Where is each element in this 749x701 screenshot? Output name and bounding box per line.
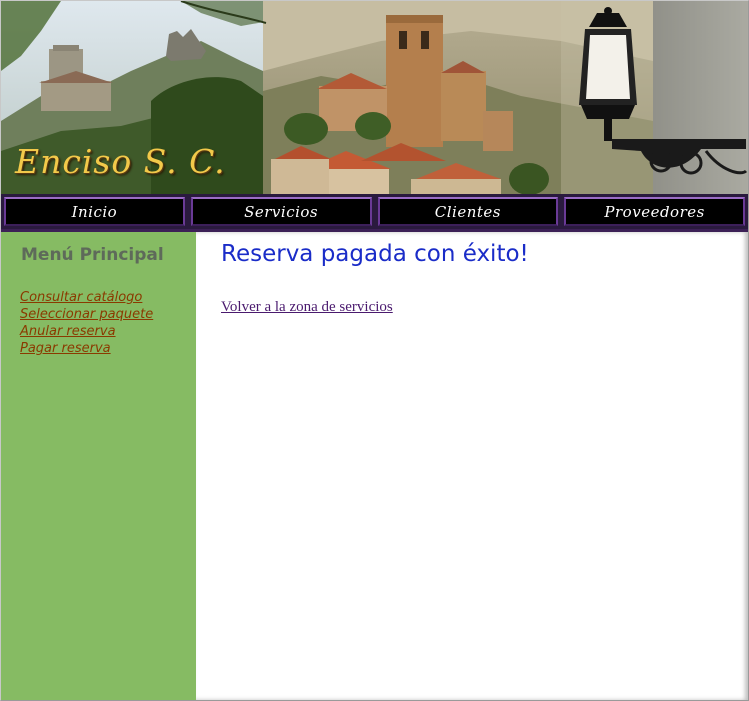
header-banner: Enciso S. C. — [1, 1, 748, 194]
nav-item-clientes[interactable]: Clientes — [377, 197, 559, 226]
sidebar-item: Seleccionar paquete — [20, 305, 153, 322]
nav-item-servicios[interactable]: Servicios — [190, 197, 372, 226]
page-title: Reserva pagada con éxito! — [221, 241, 529, 267]
nav-item-label: Proveedores — [604, 202, 705, 221]
back-to-services-link[interactable]: Volver a la zona de servicios — [221, 299, 393, 316]
sidebar-link-seleccionar-paquete[interactable]: Seleccionar paquete — [20, 307, 153, 322]
sidebar-item: Consultar catálogo — [20, 288, 153, 305]
main-nav: Inicio Servicios Clientes Proveedores — [1, 194, 748, 229]
sidebar-link-consultar-catalogo[interactable]: Consultar catálogo — [20, 290, 142, 305]
sidebar-item: Pagar reserva — [20, 339, 153, 356]
sidebar-title: Menú Principal — [21, 245, 164, 265]
nav-item-label: Inicio — [71, 202, 118, 221]
page-frame: Enciso S. C. Inicio Servicios Clientes P… — [0, 0, 749, 701]
sidebar-item: Anular reserva — [20, 322, 153, 339]
nav-item-proveedores[interactable]: Proveedores — [564, 197, 745, 226]
sidebar-menu: Consultar catálogo Seleccionar paquete A… — [20, 288, 153, 356]
nav-item-inicio[interactable]: Inicio — [4, 197, 185, 226]
brand-logo-text: Enciso S. C. — [15, 142, 226, 181]
nav-item-label: Servicios — [244, 202, 319, 221]
sidebar: Menú Principal Consultar catálogo Selecc… — [1, 232, 196, 700]
nav-item-label: Clientes — [434, 202, 501, 221]
main-content: Reserva pagada con éxito! Volver a la zo… — [196, 232, 748, 700]
sidebar-link-anular-reserva[interactable]: Anular reserva — [20, 324, 116, 339]
sidebar-link-pagar-reserva[interactable]: Pagar reserva — [20, 341, 111, 356]
